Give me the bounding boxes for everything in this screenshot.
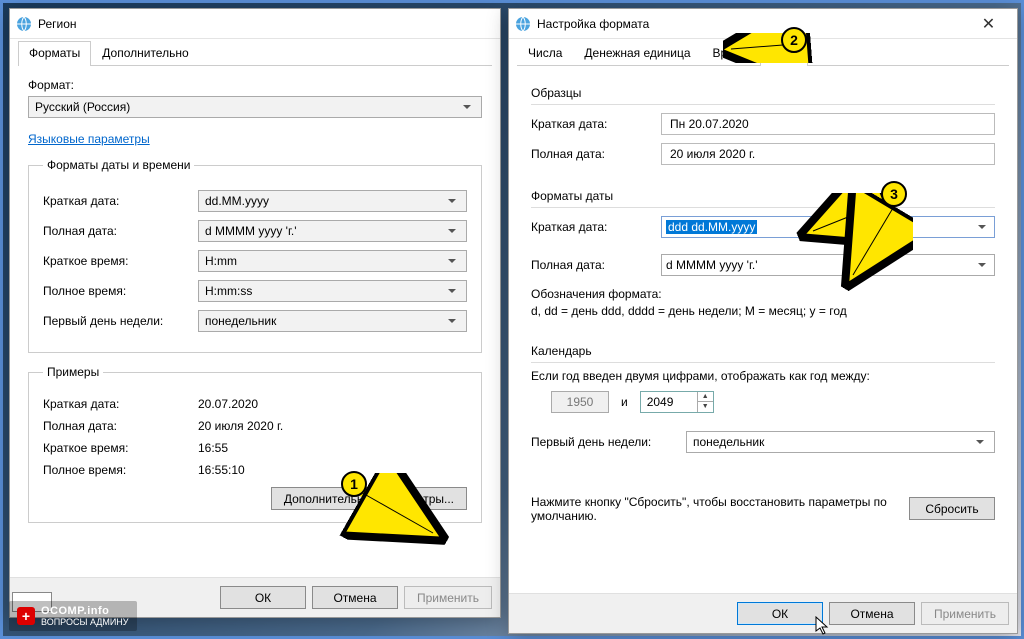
titlebar: Регион: [10, 9, 500, 39]
short-date-select[interactable]: dd.MM.yyyy: [198, 190, 467, 212]
ex-short-date-value: 20.07.2020: [198, 397, 258, 411]
samples-title: Образцы: [531, 86, 995, 105]
df-long-label: Полная дата:: [531, 258, 661, 272]
short-time-select[interactable]: H:mm: [198, 250, 467, 272]
tab-numbers[interactable]: Числа: [517, 41, 573, 65]
datetime-formats-group: Форматы даты и времени Краткая дата:dd.M…: [28, 158, 482, 353]
cancel-button[interactable]: Отмена: [312, 586, 398, 609]
year-to-spinner[interactable]: 2049 ▲▼: [640, 391, 714, 413]
ex-short-time-value: 16:55: [198, 441, 228, 455]
annotation-arrow-3: [793, 193, 913, 293]
window-title: Регион: [38, 17, 494, 31]
tab-advanced[interactable]: Дополнительно: [91, 41, 199, 65]
format-select[interactable]: Русский (Россия): [28, 96, 482, 118]
annotation-badge-3: 3: [881, 181, 907, 207]
ex-short-time-label: Краткое время:: [43, 441, 198, 455]
watermark-line1: OCOMP.info: [41, 605, 129, 617]
annotation-arrow-2: [723, 33, 823, 63]
first-day-label: Первый день недели:: [43, 314, 198, 328]
ok-button[interactable]: ОК: [737, 602, 823, 625]
sample-short-label: Краткая дата:: [531, 117, 661, 131]
reset-note: Нажмите кнопку "Сбросить", чтобы восстан…: [531, 495, 889, 523]
globe-icon: [515, 16, 531, 32]
sample-long-value: 20 июля 2020 г.: [661, 143, 995, 165]
window-title: Настройка формата: [537, 17, 966, 31]
tabs: Форматы Дополнительно: [18, 41, 492, 66]
first-day-label: Первый день недели:: [531, 435, 686, 449]
short-date-label: Краткая дата:: [43, 194, 198, 208]
long-time-label: Полное время:: [43, 284, 198, 298]
watermark-line2: ВОПРОСЫ АДМИНУ: [41, 617, 129, 627]
language-settings-link[interactable]: Языковые параметры: [28, 132, 150, 146]
ex-long-date-label: Полная дата:: [43, 419, 198, 433]
tab-formats[interactable]: Форматы: [18, 41, 91, 66]
short-time-label: Краткое время:: [43, 254, 198, 268]
apply-button[interactable]: Применить: [404, 586, 492, 609]
ex-long-date-value: 20 июля 2020 г.: [198, 419, 283, 433]
long-date-label: Полная дата:: [43, 224, 198, 238]
datetime-formats-legend: Форматы даты и времени: [43, 158, 194, 172]
first-day-select[interactable]: понедельник: [686, 431, 995, 453]
date-formats-title: Форматы даты: [531, 189, 995, 208]
reset-button[interactable]: Сбросить: [909, 497, 995, 520]
sample-long-label: Полная дата:: [531, 147, 661, 161]
dialog-footer: ОК Отмена Применить: [509, 593, 1017, 633]
apply-button[interactable]: Применить: [921, 602, 1009, 625]
calendar-title: Календарь: [531, 344, 995, 363]
spin-down-icon[interactable]: ▼: [697, 402, 713, 412]
ex-long-time-label: Полное время:: [43, 463, 198, 477]
long-date-select[interactable]: d MMMM yyyy 'г.': [198, 220, 467, 242]
globe-icon: [16, 16, 32, 32]
long-time-select[interactable]: H:mm:ss: [198, 280, 467, 302]
format-label: Формат:: [28, 78, 482, 92]
close-icon: ✕: [982, 14, 995, 34]
examples-legend: Примеры: [43, 365, 103, 379]
first-day-select[interactable]: понедельник: [198, 310, 467, 332]
calendar-line: Если год введен двумя цифрами, отображат…: [531, 369, 995, 383]
annotation-badge-1: 1: [341, 471, 367, 497]
spin-up-icon[interactable]: ▲: [697, 392, 713, 403]
watermark: + OCOMP.info ВОПРОСЫ АДМИНУ: [9, 601, 137, 631]
ok-button[interactable]: ОК: [220, 586, 306, 609]
annotation-badge-2: 2: [781, 27, 807, 53]
annotation-arrow-1: [303, 473, 483, 553]
sample-short-value: Пн 20.07.2020: [661, 113, 995, 135]
ex-long-time-value: 16:55:10: [198, 463, 245, 477]
ex-short-date-label: Краткая дата:: [43, 397, 198, 411]
df-short-label: Краткая дата:: [531, 220, 661, 234]
format-legend: Обозначения формата: d, dd = день ddd, d…: [531, 286, 995, 320]
year-from: 1950: [551, 391, 609, 413]
format-settings-window: Настройка формата ✕ Числа Денежная едини…: [508, 8, 1018, 634]
tab-currency[interactable]: Денежная единица: [573, 41, 701, 65]
year-and: и: [621, 395, 628, 409]
close-button[interactable]: ✕: [966, 10, 1011, 38]
cancel-button[interactable]: Отмена: [829, 602, 915, 625]
watermark-icon: +: [17, 607, 35, 625]
panel-body: Образцы Краткая дата:Пн 20.07.2020 Полна…: [509, 66, 1017, 593]
